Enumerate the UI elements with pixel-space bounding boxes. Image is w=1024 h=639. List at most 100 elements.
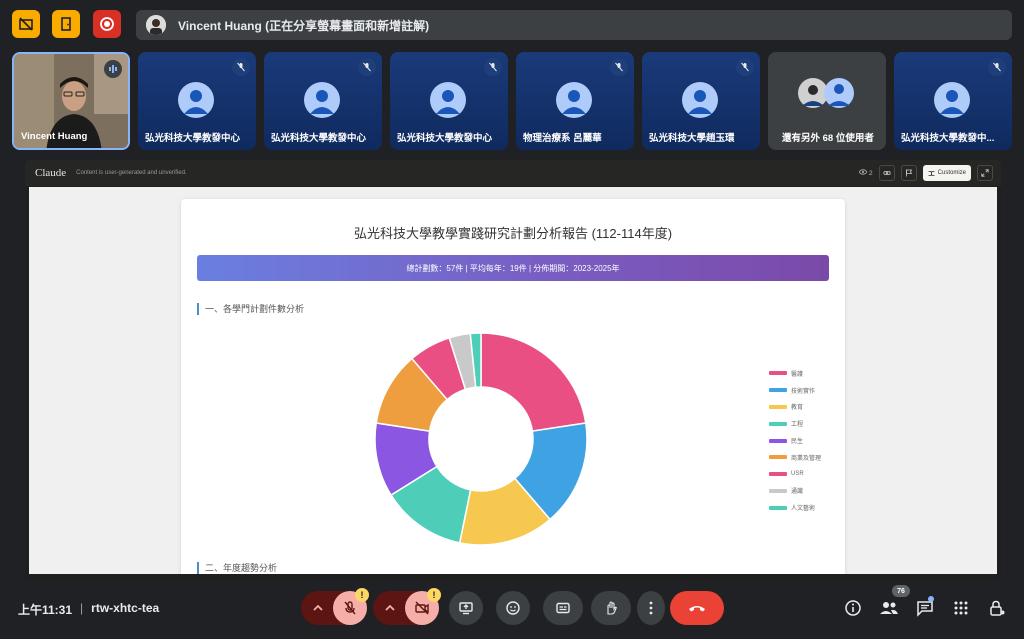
customize-button[interactable]: Customize	[922, 165, 971, 181]
host-controls-button[interactable]	[986, 597, 1008, 619]
mic-off-icon	[344, 601, 356, 615]
artifact-canvas: 弘光科技大學教學實踐研究計劃分析報告 (112-114年度) 總計劃數：57件 …	[29, 187, 997, 574]
participant-tile[interactable]: 弘光科技大學教發中心	[390, 52, 508, 150]
recording-icon[interactable]	[93, 10, 121, 38]
speaking-indicator-icon	[104, 60, 122, 78]
legend-swatch	[769, 455, 787, 460]
shared-screen: Claude Content is user-generated and unv…	[25, 160, 1001, 580]
mic-off-icon	[484, 58, 502, 76]
hand-icon	[607, 601, 617, 615]
tile-name: 弘光科技大學教發中心	[397, 133, 493, 144]
tile-name: 弘光科技大學教發中心	[271, 133, 367, 144]
presenter-bar[interactable]: Vincent Huang (正在分享螢幕畫面和新增註解)	[136, 10, 1012, 40]
mic-options-button[interactable]	[311, 601, 325, 620]
section-heading-trend: 二、年度趨勢分析	[197, 562, 277, 574]
legend-item[interactable]: 商業及管理	[769, 449, 821, 466]
avatar	[178, 82, 214, 118]
people-button[interactable]	[878, 597, 900, 619]
link-button[interactable]	[878, 165, 895, 181]
flag-button[interactable]	[900, 165, 917, 181]
avatar	[682, 82, 718, 118]
shuffle-icon	[928, 170, 935, 176]
participant-tile[interactable]: 弘光科技大學趙玉環	[642, 52, 760, 150]
expand-icon	[981, 169, 989, 177]
mic-off-icon	[358, 58, 376, 76]
info-icon	[845, 600, 861, 616]
flag-icon	[905, 169, 912, 177]
top-bar: Vincent Huang (正在分享螢幕畫面和新增註解)	[0, 0, 1024, 50]
tile-name: 物理治療系 呂麗華	[523, 133, 602, 144]
more-participants-tile[interactable]: 還有另外 68 位使用者	[768, 52, 886, 150]
reactions-button[interactable]	[496, 591, 530, 625]
divider: |	[80, 601, 84, 615]
discipline-donut-chart	[374, 332, 588, 546]
legend-item[interactable]: 教育	[769, 399, 821, 416]
stats-banner: 總計劃數：57件 | 平均每年：19件 | 分佈期間：2023-2025年	[197, 255, 829, 281]
people-icon	[880, 602, 898, 614]
participant-tiles: Vincent Huang 弘光科技大學教發中心 弘光科技大學教發中心 弘光科技…	[12, 52, 1012, 150]
mic-off-icon	[736, 58, 754, 76]
legend-label: 教育	[791, 405, 804, 412]
shared-app-header: Claude Content is user-generated and unv…	[25, 160, 1001, 186]
captions-icon	[556, 602, 570, 614]
apps-grid-icon	[954, 601, 968, 615]
camera-options-button[interactable]	[383, 601, 397, 620]
tile-name: 弘光科技大學教發中心	[145, 133, 241, 144]
chart-legend: 醫護技術實作教育工程民生商業及管理 USR 通識人文藝術	[769, 365, 821, 516]
legend-label: 工程	[791, 422, 804, 429]
legend-item[interactable]: 醫護	[769, 365, 821, 382]
legend-swatch	[769, 472, 787, 477]
captions-button[interactable]	[543, 591, 583, 625]
content-note: Content is user-generated and unverified…	[76, 170, 187, 176]
present-screen-button[interactable]	[449, 591, 483, 625]
camera-warning-icon: !	[427, 588, 441, 602]
legend-swatch	[769, 438, 787, 443]
expand-button[interactable]	[977, 165, 993, 181]
no-camera-icon[interactable]	[12, 10, 40, 38]
header-actions: 2 Customize	[859, 165, 993, 181]
legend-label: 醫護	[791, 371, 804, 378]
camera-off-icon	[415, 601, 429, 615]
legend-label: 民生	[791, 439, 804, 446]
presenter-status: Vincent Huang (正在分享螢幕畫面和新增註解)	[178, 18, 430, 33]
legend-label: 人文藝術	[791, 506, 816, 513]
legend-label: 通識	[791, 489, 804, 496]
legend-swatch	[769, 404, 787, 409]
participant-tile-self[interactable]: Vincent Huang	[12, 52, 130, 150]
report-card: 弘光科技大學教學實踐研究計劃分析報告 (112-114年度) 總計劃數：57件 …	[181, 199, 845, 574]
exit-door-icon[interactable]	[52, 10, 80, 38]
participant-tile[interactable]: 弘光科技大學教發中心	[138, 52, 256, 150]
participant-tile[interactable]: 弘光科技大學教發中...	[894, 52, 1012, 150]
more-options-button[interactable]	[637, 591, 665, 625]
stacked-avatars-icon	[798, 78, 854, 108]
participant-tile[interactable]: 弘光科技大學教發中心	[264, 52, 382, 150]
participant-tile[interactable]: 物理治療系 呂麗華	[516, 52, 634, 150]
raise-hand-button[interactable]	[591, 591, 631, 625]
chat-unread-dot	[928, 596, 934, 602]
legend-label: 技術實作	[791, 388, 816, 395]
mic-off-icon	[610, 58, 628, 76]
activities-button[interactable]	[950, 597, 972, 619]
avatar	[556, 82, 592, 118]
leave-call-button[interactable]	[670, 591, 724, 625]
emoji-icon	[506, 601, 520, 615]
legend-item[interactable]: 人文藝術	[769, 499, 821, 516]
report-title: 弘光科技大學教學實踐研究計劃分析報告 (112-114年度)	[353, 226, 673, 241]
meeting-code: rtw-xhtc-tea	[91, 601, 160, 615]
legend-swatch	[769, 488, 787, 493]
mic-off-icon	[988, 58, 1006, 76]
meeting-details-button[interactable]	[842, 597, 864, 619]
legend-item[interactable]: 工程	[769, 415, 821, 432]
donut-slice-0[interactable]	[480, 332, 587, 432]
link-icon	[883, 171, 891, 175]
mic-off-icon	[232, 58, 250, 76]
bottom-bar: 上午11:31 | rtw-xhtc-tea ! !	[0, 588, 1024, 630]
avatar	[304, 82, 340, 118]
legend-item[interactable]: USR	[769, 466, 821, 483]
legend-item[interactable]: 技術實作	[769, 382, 821, 399]
tile-name: Vincent Huang	[21, 131, 88, 142]
legend-item[interactable]: 民生	[769, 432, 821, 449]
section-heading-disciplines: 一、各學門計劃件數分析	[197, 303, 304, 315]
legend-item[interactable]: 通識	[769, 483, 821, 500]
hang-up-icon	[689, 606, 705, 612]
